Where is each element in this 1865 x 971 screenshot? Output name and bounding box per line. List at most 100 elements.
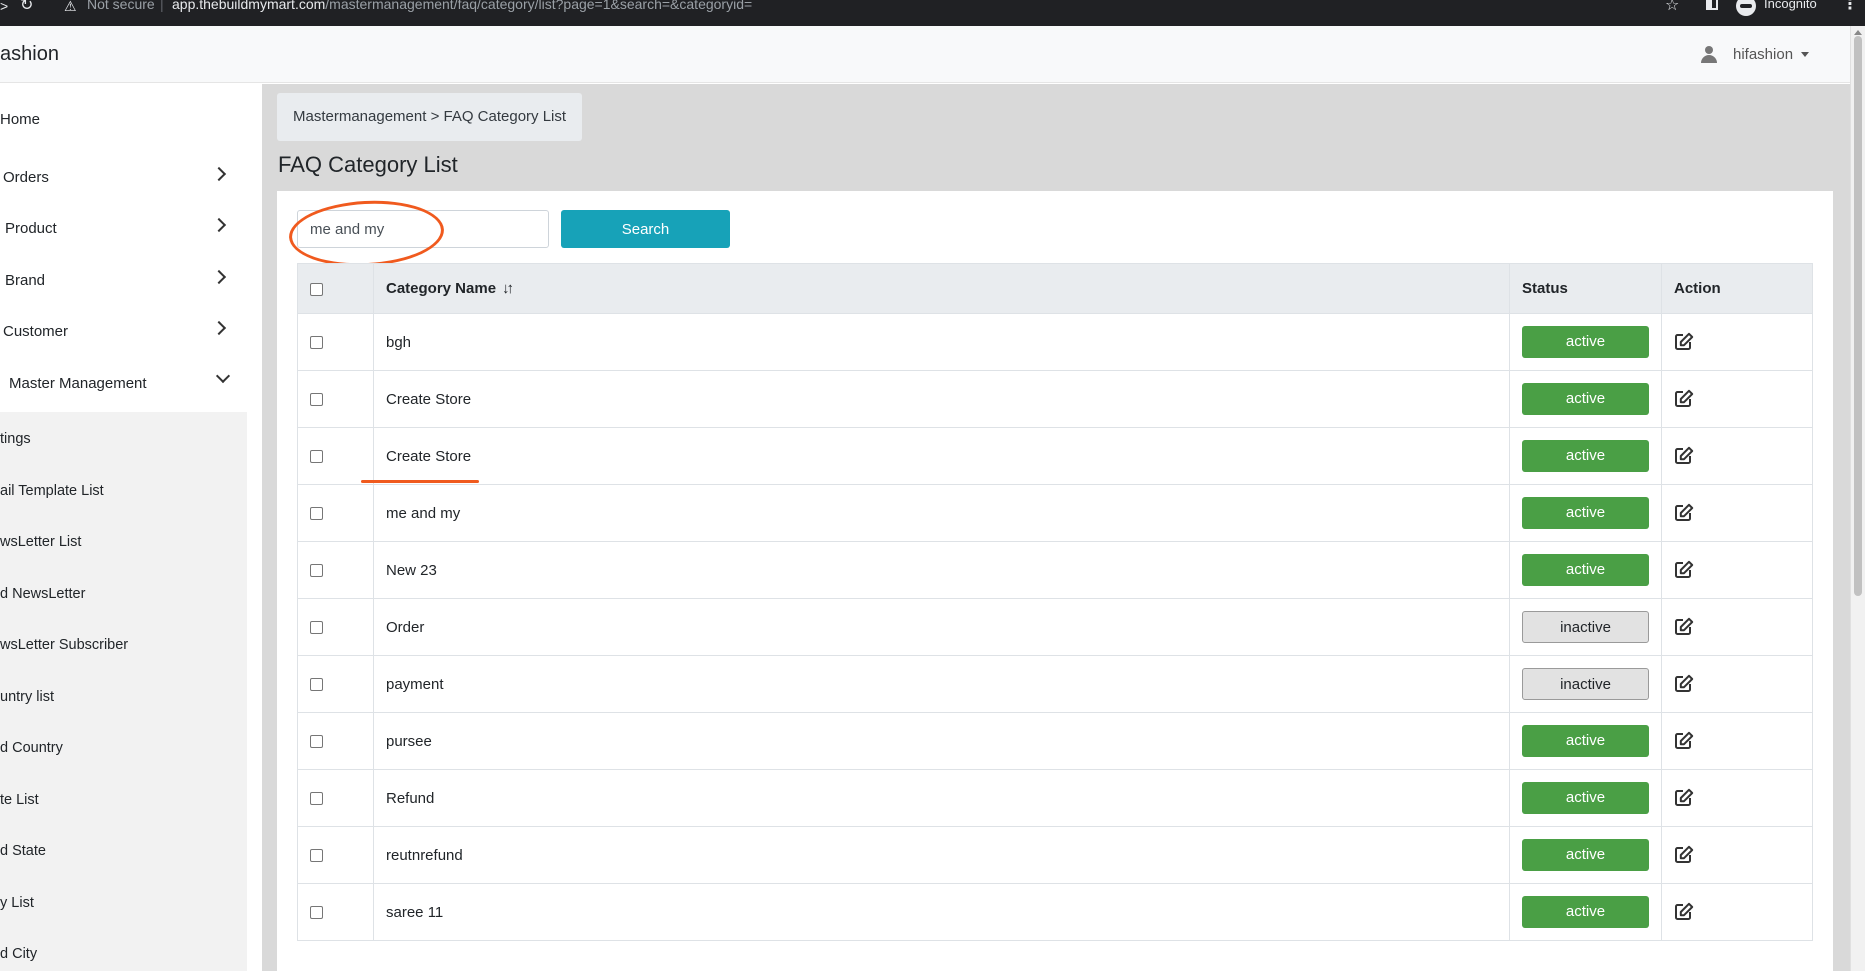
status-badge[interactable]: active [1522, 896, 1649, 928]
edit-icon[interactable] [1674, 389, 1694, 409]
row-select-cell [297, 541, 374, 599]
row-checkbox[interactable] [310, 336, 323, 350]
row-checkbox[interactable] [310, 507, 323, 521]
bookmark-star-icon[interactable]: ☆ [1665, 0, 1679, 15]
action-cell [1661, 826, 1813, 884]
submenu-item-settings[interactable]: tings [0, 431, 31, 447]
status-badge[interactable]: active [1522, 497, 1649, 529]
status-cell: inactive [1509, 598, 1662, 656]
submenu-item-city-list[interactable]: y List [0, 895, 34, 911]
edit-icon-svg [1675, 503, 1694, 521]
table-row: me and my active [297, 484, 1813, 542]
edit-icon[interactable] [1674, 731, 1694, 751]
top-navbar: ashion hifashion [0, 26, 1850, 83]
not-secure-label[interactable]: Not secure [87, 0, 155, 12]
row-checkbox[interactable] [310, 849, 323, 863]
edit-icon[interactable] [1674, 617, 1694, 637]
submenu-item-country-list[interactable]: untry list [0, 689, 54, 705]
sort-icon[interactable]: ↓↑ [502, 280, 514, 297]
sidebar-item-home[interactable]: Home [0, 101, 246, 141]
scrollbar-thumb[interactable] [1854, 36, 1862, 596]
edit-icon[interactable] [1674, 332, 1694, 352]
submenu-item-add-city[interactable]: d City [0, 946, 37, 962]
address-bar[interactable]: app.thebuildmymart.com/mastermanagement/… [172, 0, 752, 12]
submenu-item-newsletter-subscriber[interactable]: wsLetter Subscriber [0, 637, 128, 653]
submenu-item-newsletter-list[interactable]: wsLetter List [0, 534, 81, 550]
action-cell [1661, 370, 1813, 428]
row-select-cell [297, 655, 374, 713]
edit-icon[interactable] [1674, 902, 1694, 922]
row-checkbox[interactable] [310, 393, 323, 407]
edit-icon-svg [1675, 446, 1694, 464]
row-checkbox[interactable] [310, 450, 323, 464]
row-checkbox[interactable] [310, 735, 323, 749]
user-icon[interactable] [1700, 46, 1718, 64]
table-row: Create Store active [297, 427, 1813, 485]
row-checkbox[interactable] [310, 906, 323, 920]
side-panel-icon[interactable] [1706, 0, 1718, 10]
search-button[interactable]: Search [561, 210, 730, 248]
status-cell: active [1509, 883, 1662, 941]
status-badge[interactable]: active [1522, 554, 1649, 586]
status-cell: active [1509, 541, 1662, 599]
status-badge[interactable]: active [1522, 725, 1649, 757]
incognito-icon [1736, 0, 1756, 16]
submenu-item-email-template-list[interactable]: ail Template List [0, 483, 104, 499]
sidebar-item-orders[interactable]: Orders [0, 159, 246, 199]
status-badge[interactable]: inactive [1522, 668, 1649, 700]
master-management-submenu: tings ail Template List wsLetter List d … [0, 412, 247, 971]
page-scrollbar[interactable] [1850, 26, 1865, 971]
search-input[interactable] [297, 210, 549, 248]
sidebar-item-customer[interactable]: Customer [0, 313, 246, 353]
select-all-checkbox[interactable] [310, 282, 323, 296]
user-icon-head [1705, 46, 1713, 54]
category-name: pursee [386, 732, 432, 750]
submenu-item-state-list[interactable]: te List [0, 792, 39, 808]
category-name: Create Store [386, 447, 472, 465]
sidebar-item-product[interactable]: Product [0, 210, 246, 250]
edit-icon[interactable] [1674, 674, 1694, 694]
edit-icon[interactable] [1674, 560, 1694, 580]
brand-title[interactable]: ashion [0, 43, 59, 66]
sidebar-item-label: Orders [3, 169, 49, 186]
submenu-item-add-state[interactable]: d State [0, 843, 46, 859]
category-name-cell: Order [373, 598, 1510, 656]
category-name: bgh [386, 333, 412, 351]
scroll-up-icon[interactable] [1854, 30, 1862, 35]
action-cell [1661, 541, 1813, 599]
sidebar-item-brand[interactable]: Brand [0, 262, 246, 302]
edit-icon[interactable] [1674, 503, 1694, 523]
status-badge[interactable]: inactive [1522, 611, 1649, 643]
category-name-cell: New 23 [373, 541, 1510, 599]
submenu-item-add-newsletter[interactable]: d NewsLetter [0, 586, 85, 602]
category-list-card: Search Category Name ↓↑ Status Action bgh… [277, 191, 1833, 971]
breadcrumb[interactable]: Mastermanagement > FAQ Category List [277, 93, 583, 141]
back-icon[interactable]: > [0, 0, 8, 13]
edit-icon[interactable] [1674, 446, 1694, 466]
reload-icon[interactable]: ↻ [20, 0, 33, 14]
status-badge[interactable]: active [1522, 782, 1649, 814]
row-checkbox[interactable] [310, 621, 323, 635]
edit-icon[interactable] [1674, 788, 1694, 808]
main-content: Mastermanagement > FAQ Category List FAQ… [262, 84, 1850, 971]
category-name-cell: saree 11 [373, 883, 1510, 941]
status-badge[interactable]: active [1522, 839, 1649, 871]
row-checkbox[interactable] [310, 792, 323, 806]
user-menu-toggle[interactable]: hifashion [1733, 46, 1793, 63]
category-name-header[interactable]: Category Name ↓↑ [373, 263, 1510, 314]
status-cell: active [1509, 313, 1662, 371]
status-badge[interactable]: active [1522, 326, 1649, 358]
sidebar-item-master-management[interactable]: Master Management [0, 365, 246, 405]
status-badge[interactable]: active [1522, 440, 1649, 472]
row-checkbox[interactable] [310, 564, 323, 578]
row-checkbox[interactable] [310, 678, 323, 692]
status-badge[interactable]: active [1522, 383, 1649, 415]
table-row: reutnrefund active [297, 826, 1813, 884]
table-row: bgh active [297, 313, 1813, 371]
submenu-item-add-country[interactable]: d Country [0, 740, 63, 756]
browser-menu-icon[interactable]: ⋮ [1842, 0, 1858, 14]
edit-icon-svg [1675, 389, 1694, 407]
caret-down-icon[interactable] [1801, 52, 1809, 57]
sidebar: Home Orders Product Brand Customer Maste… [0, 84, 262, 971]
edit-icon[interactable] [1674, 845, 1694, 865]
